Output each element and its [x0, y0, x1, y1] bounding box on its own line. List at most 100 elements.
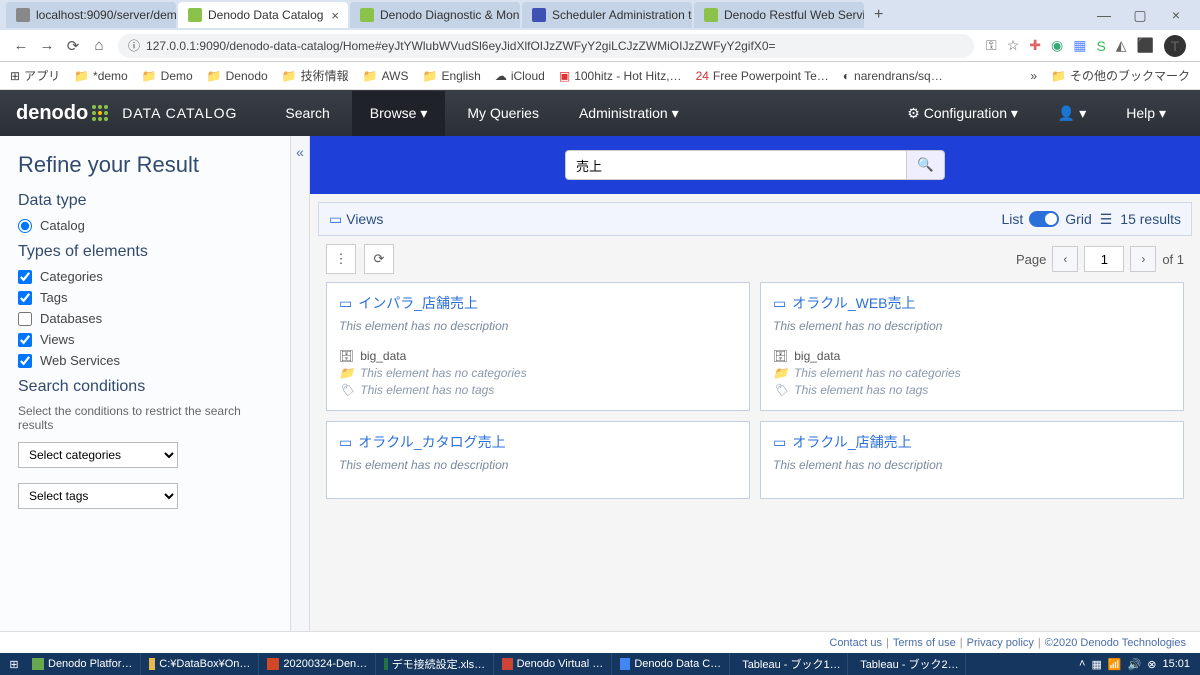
nav-help[interactable]: Help ▾ — [1108, 91, 1184, 136]
home-icon[interactable]: ⌂ — [86, 37, 112, 54]
tray-up-icon[interactable]: ˄ — [1079, 658, 1085, 670]
view-icon: ▭ — [329, 211, 342, 228]
result-card[interactable]: ▭オラクル_店舗売上 This element has no descripti… — [760, 421, 1184, 499]
bookmark[interactable]: 📁Denodo — [207, 69, 268, 83]
clock[interactable]: 15:01 — [1162, 658, 1190, 670]
taskbar-item[interactable]: Tableau - ブック1… — [730, 653, 848, 675]
close-window-icon[interactable]: × — [1158, 7, 1194, 24]
maximize-icon[interactable]: ▢ — [1122, 7, 1158, 24]
results-grid: ▭インパラ_店舗売上 This element has no descripti… — [310, 282, 1200, 507]
apps-button[interactable]: ⊞ アプリ — [10, 67, 60, 84]
nav-configuration[interactable]: ⚙ Configuration ▾ — [889, 91, 1036, 136]
heading-data-type: Data type — [18, 192, 272, 210]
bookmark[interactable]: 24Free Powerpoint Te… — [696, 69, 829, 83]
tray-icon[interactable]: ⊗ — [1147, 658, 1156, 671]
ext-icon[interactable]: ▦ — [1073, 37, 1086, 54]
check-web-services[interactable] — [18, 354, 32, 368]
close-icon[interactable]: × — [331, 8, 339, 23]
privacy-link[interactable]: Privacy policy — [967, 637, 1034, 649]
wifi-icon[interactable]: 📶 — [1108, 658, 1122, 671]
url-field[interactable]: ⓘ127.0.0.1:9090/denodo-data-catalog/Home… — [118, 34, 974, 58]
page-input[interactable] — [1084, 246, 1124, 272]
menu-button[interactable]: ⋮ — [326, 244, 356, 274]
bookmark[interactable]: 📁技術情報 — [282, 67, 349, 84]
result-card[interactable]: ▭インパラ_店舗売上 This element has no descripti… — [326, 282, 750, 411]
reload-icon[interactable]: ⟳ — [60, 37, 86, 55]
browser-tab[interactable]: localhost:9090/server/demo× — [6, 2, 176, 28]
bookmark[interactable]: ☁iCloud — [495, 69, 545, 83]
taskbar-item[interactable]: Denodo Data C… — [612, 653, 730, 675]
ext-icon[interactable]: ◭ — [1116, 37, 1127, 54]
browser-tab[interactable]: Scheduler Administration t× — [522, 2, 692, 28]
result-card[interactable]: ▭オラクル_WEB売上 This element has no descript… — [760, 282, 1184, 411]
bookmark[interactable]: ◐narendrans/sq… — [843, 69, 943, 83]
taskbar-item[interactable]: C:¥DataBox¥On… — [141, 653, 259, 675]
bookmark[interactable]: 📁English — [423, 69, 481, 83]
nav-administration[interactable]: Administration ▾ — [561, 91, 697, 136]
forward-icon[interactable]: → — [34, 37, 60, 54]
app-header: denodo DATA CATALOG Search Browse ▾ My Q… — [0, 90, 1200, 136]
browser-tab[interactable]: Denodo Restful Web Servic× — [694, 2, 864, 28]
collapse-sidebar-button[interactable]: « — [290, 136, 310, 631]
page-label: Page — [1016, 252, 1046, 267]
browser-tab-strip: localhost:9090/server/demo× Denodo Data … — [0, 0, 1200, 30]
grid-label[interactable]: Grid — [1065, 211, 1091, 227]
nav-user[interactable]: 👤 ▾ — [1040, 91, 1104, 136]
network-icon[interactable]: ▦ — [1091, 658, 1101, 671]
ext-icon[interactable]: S — [1096, 38, 1105, 54]
back-icon[interactable]: ← — [8, 37, 34, 54]
other-bookmarks[interactable]: 📁その他のブックマーク — [1051, 67, 1190, 84]
profile-avatar[interactable]: T — [1164, 35, 1186, 57]
ext-icon[interactable]: ⬛ — [1137, 37, 1154, 54]
check-categories[interactable] — [18, 270, 32, 284]
taskbar-item[interactable]: 20200324-Den… — [259, 653, 376, 675]
browser-tab[interactable]: Denodo Data Catalog× — [178, 2, 348, 28]
key-icon[interactable]: ⚿ — [986, 37, 997, 54]
select-tags[interactable]: Select tags — [18, 483, 178, 509]
nav-my-queries[interactable]: My Queries — [449, 91, 557, 136]
start-button[interactable]: ⊞ — [4, 658, 24, 671]
check-views[interactable] — [18, 333, 32, 347]
taskbar-item[interactable]: Denodo Virtual … — [494, 653, 612, 675]
denodo-logo[interactable]: denodo — [16, 102, 108, 125]
page-prev-button[interactable]: ‹ — [1052, 246, 1078, 272]
new-tab-button[interactable]: + — [866, 6, 891, 24]
check-tags[interactable] — [18, 291, 32, 305]
refresh-button[interactable]: ⟳ — [364, 244, 394, 274]
ext-icon[interactable]: ◉ — [1051, 37, 1063, 54]
star-icon[interactable]: ☆ — [1007, 37, 1020, 54]
bookmark[interactable]: ▣100hitz - Hot Hitz,… — [559, 69, 682, 83]
page-next-button[interactable]: › — [1130, 246, 1156, 272]
list-grid-toggle[interactable] — [1029, 211, 1059, 227]
bookmark[interactable]: 📁Demo — [142, 69, 193, 83]
browser-tab[interactable]: Denodo Diagnostic & Moni× — [350, 2, 520, 28]
search-input[interactable] — [565, 150, 907, 180]
contact-link[interactable]: Contact us — [829, 637, 882, 649]
view-icon: ▭ — [339, 434, 352, 451]
card-description: This element has no description — [773, 319, 1171, 333]
copyright: ©2020 Denodo Technologies — [1045, 637, 1186, 649]
volume-icon[interactable]: 🔊 — [1128, 658, 1142, 671]
site-info-icon[interactable]: ⓘ — [128, 37, 140, 54]
list-label[interactable]: List — [1001, 211, 1023, 227]
taskbar-item[interactable]: デモ接続設定.xls… — [376, 653, 494, 675]
search-button[interactable]: 🔍 — [907, 150, 945, 180]
bookmark-overflow[interactable]: » — [1030, 69, 1037, 83]
minimize-icon[interactable]: — — [1086, 7, 1122, 24]
system-tray[interactable]: ˄ ▦ 📶 🔊 ⊗ 15:01 — [1073, 658, 1196, 671]
taskbar-item[interactable]: Tableau - ブック2… — [848, 653, 966, 675]
taskbar-item[interactable]: Denodo Platfor… — [24, 653, 141, 675]
check-databases[interactable] — [18, 312, 32, 326]
results-count: 15 results — [1120, 211, 1181, 227]
list-icon[interactable]: ☰ — [1100, 211, 1113, 228]
terms-link[interactable]: Terms of use — [893, 637, 956, 649]
nav-browse[interactable]: Browse ▾ — [352, 91, 446, 136]
select-categories[interactable]: Select categories — [18, 442, 178, 468]
result-card[interactable]: ▭オラクル_カタログ売上 This element has no descrip… — [326, 421, 750, 499]
bookmark[interactable]: 📁AWS — [363, 69, 409, 83]
radio-catalog[interactable] — [18, 219, 32, 233]
bookmark[interactable]: 📁*demo — [74, 69, 128, 83]
page-of: of 1 — [1162, 252, 1184, 267]
ext-icon[interactable]: ✚ — [1029, 37, 1041, 54]
nav-search[interactable]: Search — [267, 91, 347, 136]
